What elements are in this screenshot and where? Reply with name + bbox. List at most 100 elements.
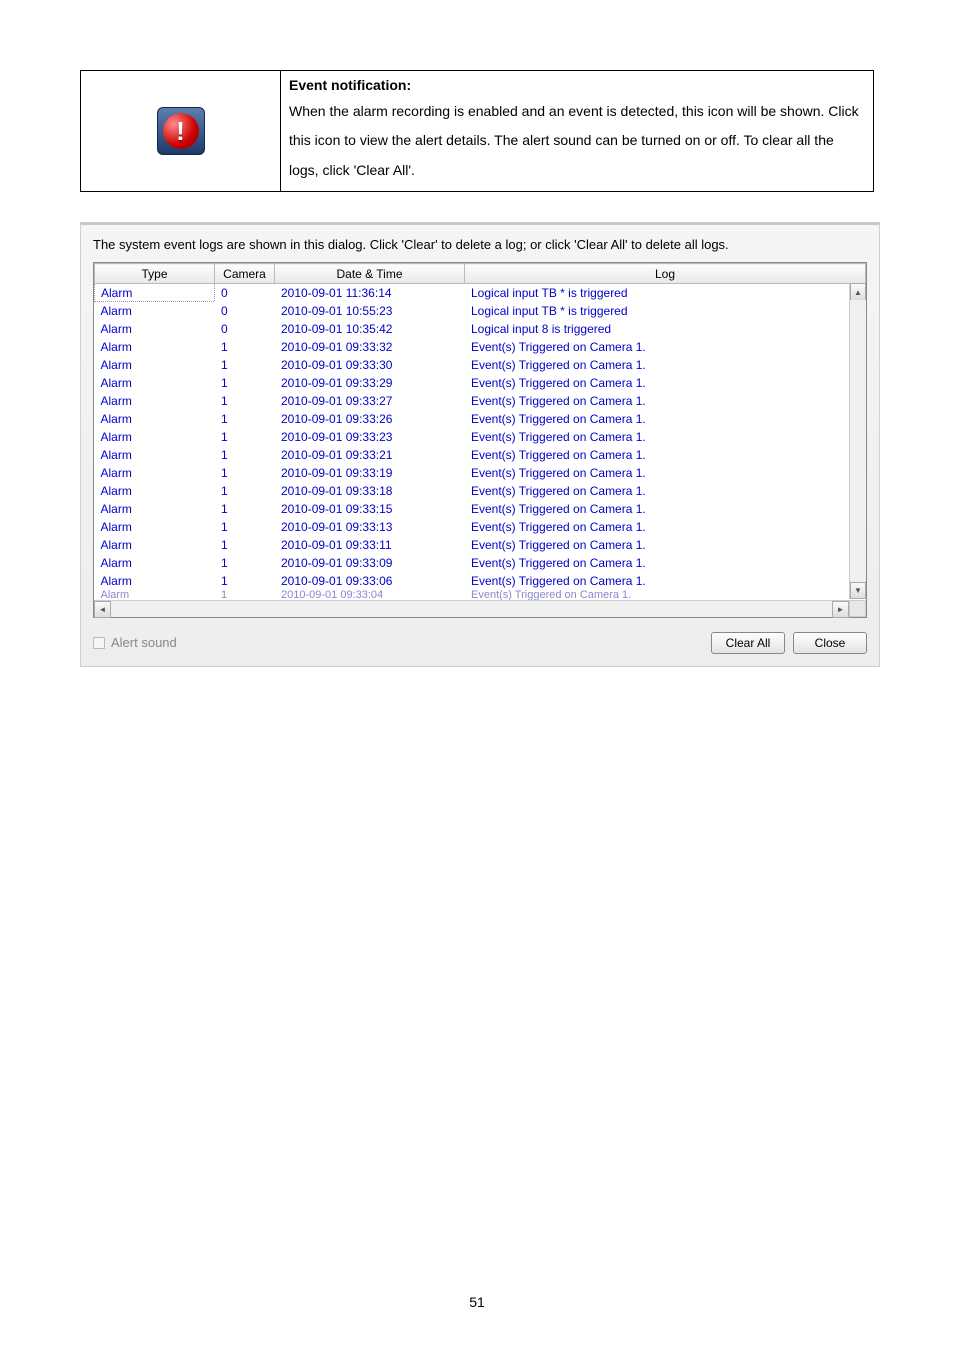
cell-datetime: 2010-09-01 09:33:30 (275, 356, 465, 374)
event-notification-icon: ! (157, 107, 205, 155)
table-row[interactable]: Alarm12010-09-01 09:33:15Event(s) Trigge… (95, 500, 866, 518)
cell-log: Event(s) Triggered on Camera 1. (465, 518, 866, 536)
cell-camera: 1 (215, 410, 275, 428)
cell-datetime: 2010-09-01 09:33:06 (275, 572, 465, 590)
cell-type: Alarm (95, 374, 215, 392)
cell-datetime: 2010-09-01 11:36:14 (275, 284, 465, 302)
table-row[interactable]: Alarm12010-09-01 09:33:32Event(s) Trigge… (95, 338, 866, 356)
cell-type: Alarm (95, 302, 215, 320)
cell-datetime: 2010-09-01 09:33:29 (275, 374, 465, 392)
cell-cutoff: 2010-09-01 09:33:04 (275, 590, 465, 600)
table-row[interactable]: Alarm12010-09-01 09:33:23Event(s) Trigge… (95, 428, 866, 446)
table-row[interactable]: Alarm02010-09-01 11:36:14Logical input T… (95, 284, 866, 302)
cell-datetime: 2010-09-01 09:33:09 (275, 554, 465, 572)
horizontal-scrollbar[interactable]: ◄ ► (94, 600, 849, 617)
cell-cutoff: Alarm (95, 590, 215, 600)
table-row[interactable]: Alarm12010-09-01 09:33:21Event(s) Trigge… (95, 446, 866, 464)
cell-camera: 1 (215, 338, 275, 356)
log-table-container: Type Camera Date & Time Log Alarm02010-0… (93, 262, 867, 618)
cell-log: Event(s) Triggered on Camera 1. (465, 464, 866, 482)
cell-camera: 0 (215, 302, 275, 320)
cell-log: Event(s) Triggered on Camera 1. (465, 482, 866, 500)
cell-type: Alarm (95, 500, 215, 518)
table-row[interactable]: Alarm12010-09-01 09:33:06Event(s) Trigge… (95, 572, 866, 590)
cell-datetime: 2010-09-01 10:35:42 (275, 320, 465, 338)
cell-camera: 1 (215, 536, 275, 554)
cell-datetime: 2010-09-01 09:33:21 (275, 446, 465, 464)
table-row[interactable]: Alarm12010-09-01 09:33:13Event(s) Trigge… (95, 518, 866, 536)
table-row-cutoff: Alarm12010-09-01 09:33:04Event(s) Trigge… (95, 590, 866, 600)
table-row[interactable]: Alarm12010-09-01 09:33:26Event(s) Trigge… (95, 410, 866, 428)
checkbox-icon[interactable] (93, 637, 105, 649)
cell-datetime: 2010-09-01 09:33:32 (275, 338, 465, 356)
table-row[interactable]: Alarm12010-09-01 09:33:27Event(s) Trigge… (95, 392, 866, 410)
cell-camera: 1 (215, 518, 275, 536)
cell-type: Alarm (95, 446, 215, 464)
cell-datetime: 2010-09-01 09:33:15 (275, 500, 465, 518)
scroll-right-icon[interactable]: ► (832, 601, 849, 618)
column-header-log[interactable]: Log (465, 264, 866, 284)
cell-camera: 1 (215, 428, 275, 446)
column-header-camera[interactable]: Camera (215, 264, 275, 284)
cell-type: Alarm (95, 518, 215, 536)
cell-camera: 1 (215, 572, 275, 590)
scroll-left-icon[interactable]: ◄ (94, 601, 111, 618)
cell-log: Event(s) Triggered on Camera 1. (465, 338, 866, 356)
cell-log: Event(s) Triggered on Camera 1. (465, 428, 866, 446)
cell-camera: 1 (215, 482, 275, 500)
cell-type: Alarm (95, 428, 215, 446)
cell-type: Alarm (95, 554, 215, 572)
cell-log: Logical input 8 is triggered (465, 320, 866, 338)
table-row[interactable]: Alarm12010-09-01 09:33:09Event(s) Trigge… (95, 554, 866, 572)
cell-datetime: 2010-09-01 09:33:13 (275, 518, 465, 536)
cell-camera: 1 (215, 374, 275, 392)
alert-sound-label: Alert sound (111, 635, 177, 650)
cell-type: Alarm (95, 338, 215, 356)
cell-datetime: 2010-09-01 09:33:23 (275, 428, 465, 446)
cell-datetime: 2010-09-01 09:33:19 (275, 464, 465, 482)
cell-type: Alarm (95, 392, 215, 410)
description-cell: Event notification: When the alarm recor… (281, 71, 874, 192)
column-header-datetime[interactable]: Date & Time (275, 264, 465, 284)
cell-log: Event(s) Triggered on Camera 1. (465, 374, 866, 392)
cell-camera: 1 (215, 464, 275, 482)
close-button[interactable]: Close (793, 632, 867, 654)
alert-sound-checkbox[interactable]: Alert sound (93, 635, 177, 650)
cell-camera: 0 (215, 284, 275, 302)
log-table: Type Camera Date & Time Log Alarm02010-0… (94, 263, 866, 617)
icon-cell: ! (81, 71, 281, 192)
cell-cutoff: 1 (215, 590, 275, 600)
scroll-down-icon[interactable]: ▼ (850, 582, 866, 599)
table-row[interactable]: Alarm12010-09-01 09:33:30Event(s) Trigge… (95, 356, 866, 374)
clear-all-button[interactable]: Clear All (711, 632, 785, 654)
table-row[interactable]: Alarm02010-09-01 10:35:42Logical input 8… (95, 320, 866, 338)
page-number: 51 (0, 1294, 954, 1310)
cell-type: Alarm (95, 410, 215, 428)
dialog-footer: Alert sound Clear All Close (93, 632, 867, 654)
scroll-up-icon[interactable]: ▲ (850, 283, 866, 300)
vertical-scrollbar[interactable]: ▲ ▼ (849, 283, 866, 599)
cell-camera: 1 (215, 500, 275, 518)
cell-camera: 1 (215, 446, 275, 464)
column-header-type[interactable]: Type (95, 264, 215, 284)
cell-log: Event(s) Triggered on Camera 1. (465, 356, 866, 374)
table-row[interactable]: Alarm12010-09-01 09:33:19Event(s) Trigge… (95, 464, 866, 482)
cell-log: Event(s) Triggered on Camera 1. (465, 572, 866, 590)
cell-log: Event(s) Triggered on Camera 1. (465, 410, 866, 428)
cell-type: Alarm (95, 536, 215, 554)
cell-type: Alarm (95, 572, 215, 590)
cell-log: Logical input TB * is triggered (465, 284, 866, 302)
table-row[interactable]: Alarm12010-09-01 09:33:29Event(s) Trigge… (95, 374, 866, 392)
cell-camera: 1 (215, 554, 275, 572)
cell-datetime: 2010-09-01 09:33:26 (275, 410, 465, 428)
table-row[interactable]: Alarm12010-09-01 09:33:18Event(s) Trigge… (95, 482, 866, 500)
table-row[interactable]: Alarm12010-09-01 09:33:11Event(s) Trigge… (95, 536, 866, 554)
cell-log: Event(s) Triggered on Camera 1. (465, 536, 866, 554)
cell-log: Event(s) Triggered on Camera 1. (465, 392, 866, 410)
cell-camera: 1 (215, 392, 275, 410)
cell-cutoff: Event(s) Triggered on Camera 1. (465, 590, 866, 600)
cell-type: Alarm (95, 284, 215, 302)
cell-log: Logical input TB * is triggered (465, 302, 866, 320)
cell-type: Alarm (95, 464, 215, 482)
table-row[interactable]: Alarm02010-09-01 10:55:23Logical input T… (95, 302, 866, 320)
